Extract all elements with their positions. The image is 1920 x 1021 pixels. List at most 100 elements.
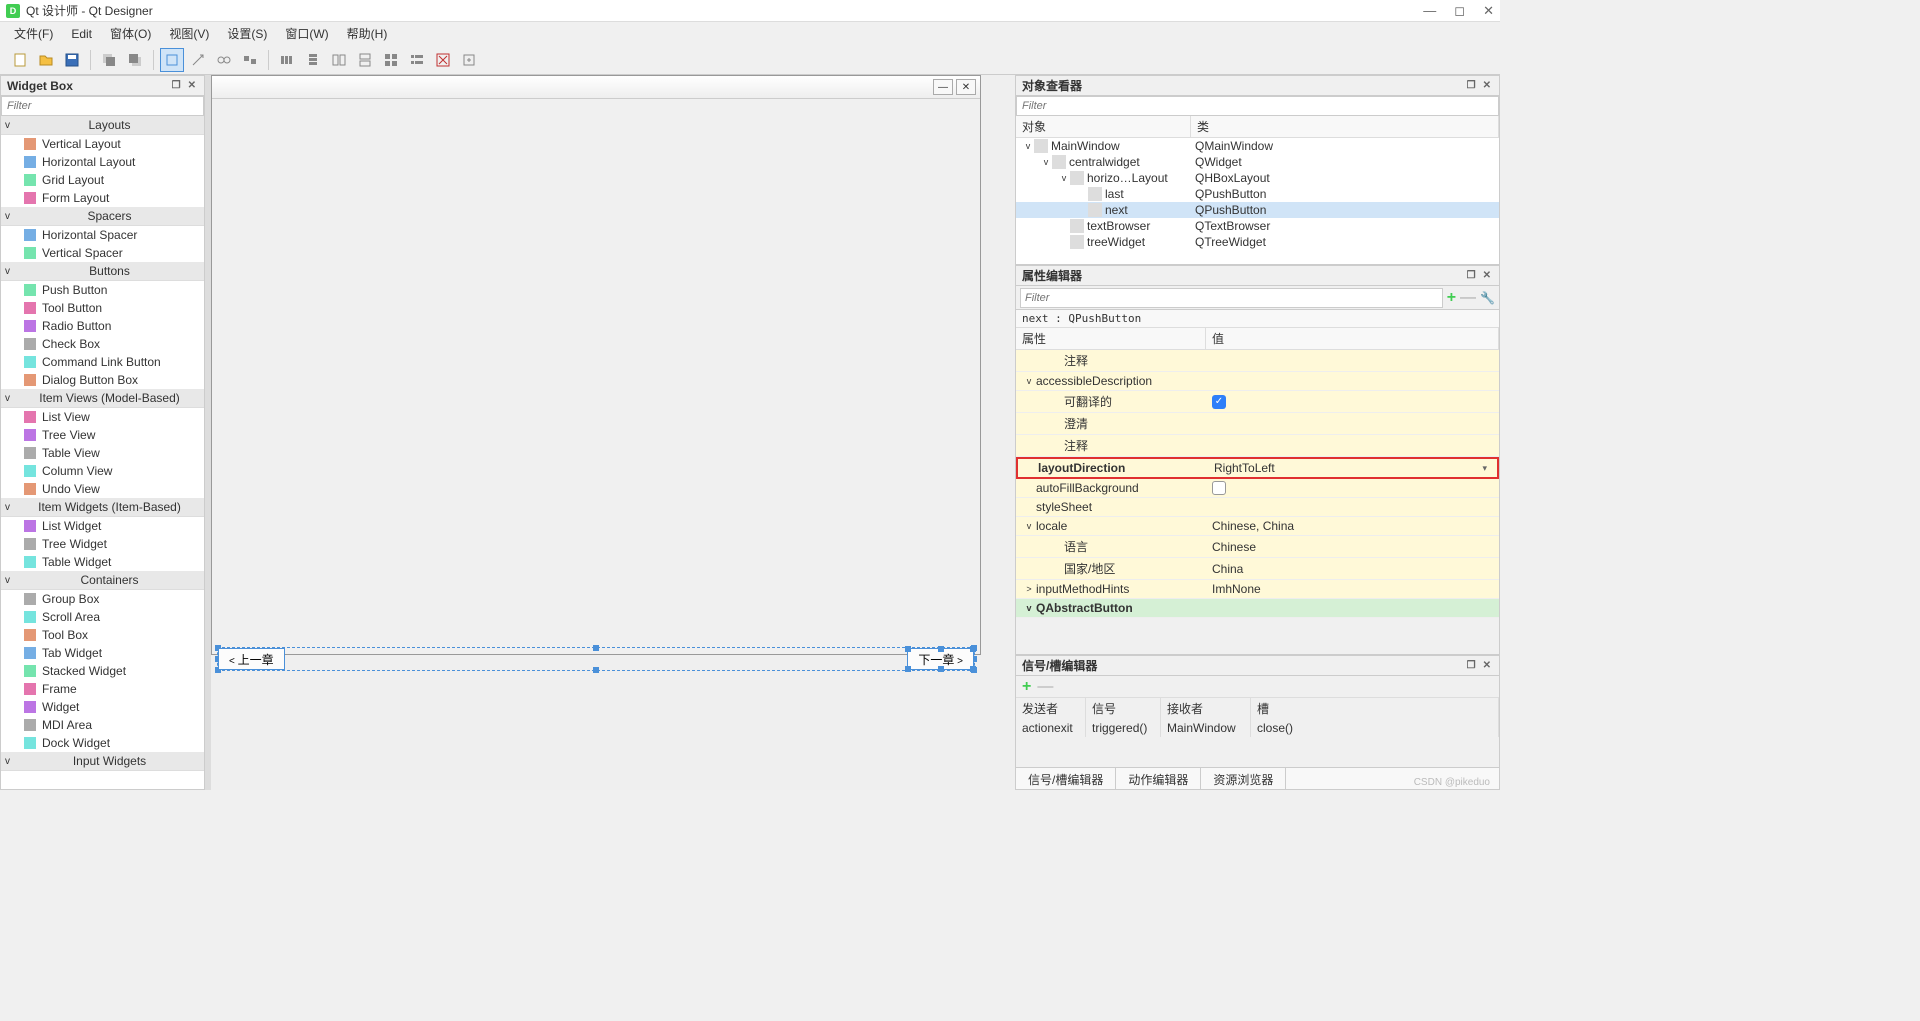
widget-item[interactable]: MDI Area — [1, 716, 204, 734]
wrench-icon[interactable]: 🔧 — [1480, 291, 1495, 305]
tab-signal-slot[interactable]: 信号/槽编辑器 — [1016, 768, 1116, 789]
tab-resource-browser[interactable]: 资源浏览器 — [1201, 768, 1286, 789]
window-close-icon[interactable]: ✕ — [1483, 3, 1494, 19]
bring-front-icon[interactable] — [123, 48, 147, 72]
property-row[interactable]: 语言Chinese — [1016, 536, 1499, 558]
widget-item[interactable]: Column View — [1, 462, 204, 480]
panel-close-icon[interactable]: ✕ — [1481, 660, 1493, 671]
next-chapter-button[interactable]: 下一章 > — [907, 648, 974, 670]
widget-item[interactable]: Horizontal Spacer — [1, 226, 204, 244]
menu-form[interactable]: 窗体(O) — [102, 23, 159, 44]
widget-item[interactable]: Horizontal Layout — [1, 153, 204, 171]
signal-row[interactable]: actionexit triggered() MainWindow close(… — [1016, 719, 1499, 737]
form-window[interactable]: — ✕ < 上一章 — [211, 75, 981, 655]
widget-item[interactable]: Widget — [1, 698, 204, 716]
panel-close-icon[interactable]: ✕ — [1481, 270, 1493, 281]
window-minimize-icon[interactable]: — — [1423, 3, 1436, 19]
property-row[interactable]: 注释 — [1016, 435, 1499, 457]
widget-item[interactable]: Table Widget — [1, 553, 204, 571]
property-row[interactable]: vlocaleChinese, China — [1016, 517, 1499, 536]
menu-help[interactable]: 帮助(H) — [339, 23, 396, 44]
checkbox-checked-icon[interactable]: ✓ — [1212, 395, 1226, 409]
layout-vsplit-icon[interactable] — [353, 48, 377, 72]
widget-item[interactable]: Check Box — [1, 335, 204, 353]
property-row[interactable]: vaccessibleDescription — [1016, 372, 1499, 391]
widget-item[interactable]: Tree View — [1, 426, 204, 444]
widget-category[interactable]: vItem Widgets (Item-Based) — [1, 498, 204, 517]
send-back-icon[interactable] — [97, 48, 121, 72]
widget-item[interactable]: Push Button — [1, 281, 204, 299]
panel-close-icon[interactable]: ✕ — [186, 80, 198, 91]
widget-category[interactable]: vContainers — [1, 571, 204, 590]
widget-item[interactable]: Tool Button — [1, 299, 204, 317]
widget-item[interactable]: Radio Button — [1, 317, 204, 335]
add-property-icon[interactable]: + — [1447, 289, 1456, 307]
widget-category[interactable]: vLayouts — [1, 116, 204, 135]
widget-item[interactable]: Grid Layout — [1, 171, 204, 189]
object-tree-row[interactable]: nextQPushButton — [1016, 202, 1499, 218]
object-tree-row[interactable]: vhorizo…LayoutQHBoxLayout — [1016, 170, 1499, 186]
menu-edit[interactable]: Edit — [63, 25, 100, 43]
widget-item[interactable]: Frame — [1, 680, 204, 698]
form-close-icon[interactable]: ✕ — [956, 79, 976, 95]
widget-category[interactable]: vItem Views (Model-Based) — [1, 389, 204, 408]
panel-float-icon[interactable]: ❐ — [1465, 660, 1478, 671]
menu-settings[interactable]: 设置(S) — [219, 23, 275, 44]
widget-item[interactable]: Tree Widget — [1, 535, 204, 553]
property-filter[interactable] — [1020, 288, 1443, 308]
object-tree-row[interactable]: treeWidgetQTreeWidget — [1016, 234, 1499, 250]
widget-item[interactable]: List View — [1, 408, 204, 426]
widget-item[interactable]: List Widget — [1, 517, 204, 535]
open-file-icon[interactable] — [34, 48, 58, 72]
widget-item[interactable]: Scroll Area — [1, 608, 204, 626]
property-row[interactable]: layoutDirectionRightToLeft▾ — [1016, 457, 1499, 479]
widget-item[interactable]: Dock Widget — [1, 734, 204, 752]
property-row[interactable]: 可翻译的✓ — [1016, 391, 1499, 413]
adjust-size-icon[interactable] — [457, 48, 481, 72]
widget-item[interactable]: Form Layout — [1, 189, 204, 207]
widget-item[interactable]: Vertical Spacer — [1, 244, 204, 262]
widget-item[interactable]: Tool Box — [1, 626, 204, 644]
object-tree-row[interactable]: textBrowserQTextBrowser — [1016, 218, 1499, 234]
widget-box-list[interactable]: vLayoutsVertical LayoutHorizontal Layout… — [1, 116, 204, 789]
widget-item[interactable]: Dialog Button Box — [1, 371, 204, 389]
edit-buddies-icon[interactable] — [212, 48, 236, 72]
widget-category[interactable]: vButtons — [1, 262, 204, 281]
menu-view[interactable]: 视图(V) — [161, 23, 217, 44]
panel-float-icon[interactable]: ❐ — [1465, 80, 1478, 91]
property-row[interactable]: 注释 — [1016, 350, 1499, 372]
chevron-down-icon[interactable]: ▾ — [1482, 463, 1491, 474]
widget-category[interactable]: vInput Widgets — [1, 752, 204, 771]
add-signal-icon[interactable]: + — [1022, 678, 1031, 696]
object-filter[interactable] — [1016, 96, 1499, 116]
widget-item[interactable]: Undo View — [1, 480, 204, 498]
edit-tab-order-icon[interactable] — [238, 48, 262, 72]
property-row[interactable]: >inputMethodHintsImhNone — [1016, 580, 1499, 599]
menu-window[interactable]: 窗口(W) — [277, 23, 336, 44]
object-tree-row[interactable]: vcentralwidgetQWidget — [1016, 154, 1499, 170]
edit-widgets-icon[interactable] — [160, 48, 184, 72]
panel-close-icon[interactable]: ✕ — [1481, 80, 1493, 91]
widget-item[interactable]: Group Box — [1, 590, 204, 608]
layout-h-icon[interactable] — [275, 48, 299, 72]
save-file-icon[interactable] — [60, 48, 84, 72]
widget-item[interactable]: Tab Widget — [1, 644, 204, 662]
property-row[interactable]: vQAbstractButton — [1016, 599, 1499, 618]
panel-float-icon[interactable]: ❐ — [170, 80, 183, 91]
layout-hsplit-icon[interactable] — [327, 48, 351, 72]
window-maximize-icon[interactable]: ◻ — [1454, 3, 1465, 19]
remove-property-icon[interactable]: — — [1460, 289, 1476, 307]
layout-form-icon[interactable] — [405, 48, 429, 72]
widget-item[interactable]: Command Link Button — [1, 353, 204, 371]
layout-v-icon[interactable] — [301, 48, 325, 72]
break-layout-icon[interactable] — [431, 48, 455, 72]
new-file-icon[interactable] — [8, 48, 32, 72]
property-row[interactable]: autoFillBackground — [1016, 479, 1499, 498]
menu-file[interactable]: 文件(F) — [6, 23, 61, 44]
checkbox-unchecked-icon[interactable] — [1212, 481, 1226, 495]
panel-float-icon[interactable]: ❐ — [1465, 270, 1478, 281]
widget-item[interactable]: Table View — [1, 444, 204, 462]
widget-item[interactable]: Stacked Widget — [1, 662, 204, 680]
widget-category[interactable]: vSpacers — [1, 207, 204, 226]
property-row[interactable]: 澄清 — [1016, 413, 1499, 435]
